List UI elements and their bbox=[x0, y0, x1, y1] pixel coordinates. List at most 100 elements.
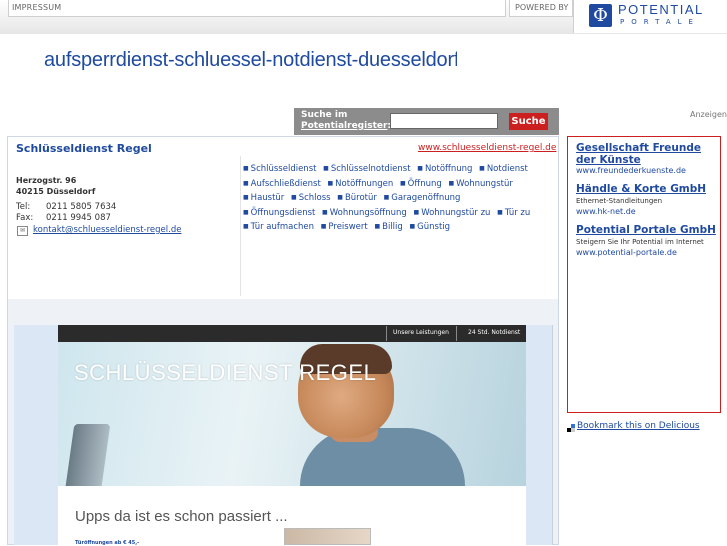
preview-nav-separator bbox=[386, 326, 387, 341]
keyword-text: Wohnungstür bbox=[456, 178, 513, 189]
phi-logo-icon: Φ bbox=[589, 4, 612, 27]
logo-text-potential: POTENTIAL bbox=[618, 2, 704, 17]
ad-title[interactable]: Gesellschaft Freunde der Künste bbox=[576, 142, 716, 166]
keyword-item: ■ Tür zu bbox=[497, 208, 532, 218]
impressum-link[interactable]: IMPRESSUM bbox=[12, 3, 61, 12]
search-input[interactable] bbox=[390, 113, 498, 129]
ad-description: Steigern Sie Ihr Potential im Internet bbox=[576, 238, 704, 246]
bullet-icon: ■ bbox=[320, 223, 327, 230]
keyword-item: ■ Schlüsseldienst bbox=[243, 164, 318, 174]
ad-description: Ethernet-Standleitungen bbox=[576, 197, 663, 205]
ads-box bbox=[567, 136, 721, 413]
keyword-item: ■ Günstig bbox=[410, 222, 453, 232]
bullet-icon: ■ bbox=[409, 223, 416, 230]
bullet-icon: ■ bbox=[243, 194, 249, 201]
search-label: Suche im Potentialregister: bbox=[301, 110, 391, 132]
keyword-text: Aufschließdienst bbox=[250, 178, 321, 189]
preview-heading: Upps da ist es schon passiert ... bbox=[75, 508, 288, 525]
company-website-link[interactable]: www.schluesseldienst-regel.de bbox=[418, 143, 556, 153]
email-link[interactable]: kontakt@schluesseldienst-regel.de bbox=[33, 225, 181, 235]
email-icon: ✉ bbox=[17, 226, 28, 236]
logo-text-portale: PORTALE bbox=[620, 18, 700, 26]
impressum-tab bbox=[8, 0, 506, 17]
delicious-icon-tile bbox=[571, 428, 575, 432]
bullet-icon: ■ bbox=[243, 179, 249, 187]
preview-right-margin bbox=[526, 325, 552, 545]
keyword-text: Notöffnung bbox=[424, 164, 473, 174]
fax-value: 0211 9945 087 bbox=[46, 213, 111, 223]
keyword-item: ■ Tür aufmachen bbox=[243, 222, 316, 232]
bullet-icon: ■ bbox=[448, 179, 455, 187]
preview-thumbnail-image bbox=[284, 528, 371, 545]
bullet-icon: ■ bbox=[374, 223, 381, 230]
keyword-item: ■ Preiswert bbox=[321, 222, 370, 232]
ad-title[interactable]: Potential Portale GmbH bbox=[576, 224, 716, 236]
search-button[interactable]: Suche bbox=[509, 113, 548, 130]
bullet-icon: ■ bbox=[323, 165, 329, 172]
divider bbox=[240, 156, 241, 296]
keyword-text: Garagenöffnung bbox=[391, 193, 461, 203]
company-name: Schlüsseldienst Regel bbox=[16, 142, 152, 155]
tel-value: 0211 5805 7634 bbox=[46, 202, 117, 212]
keyword-text: Öffnung bbox=[407, 178, 442, 189]
preview-small-text: Türöffnungen ab € 45,- bbox=[75, 540, 140, 546]
keyword-text: Notdienst bbox=[486, 164, 528, 174]
keyword-list: ■ Schlüsseldienst ■ Schlüsselnotdienst ■ No… bbox=[243, 162, 543, 235]
keyword-item: ■ Notöffnung bbox=[417, 164, 474, 174]
bullet-icon: ■ bbox=[243, 208, 249, 216]
keyword-text: Wohnungsöffnung bbox=[329, 207, 407, 218]
bullet-icon: ■ bbox=[243, 223, 249, 230]
keyword-text: Notöffnungen bbox=[335, 178, 394, 189]
keyword-item: ■ Bürotür bbox=[337, 193, 379, 203]
keyword-item: ■ Öffnung bbox=[400, 179, 444, 189]
keyword-item: ■ Aufschließdienst bbox=[243, 179, 323, 189]
preview-nav-item-leistungen: Unsere Leistungen bbox=[393, 329, 449, 336]
fax-label: Fax: bbox=[16, 213, 34, 223]
keyword-text: Billig bbox=[382, 222, 403, 232]
preview-nav-separator bbox=[456, 326, 457, 341]
keyword-text: Tür aufmachen bbox=[250, 222, 315, 232]
keyword-item: ■ Notöffnungen bbox=[328, 179, 396, 189]
keyword-item: ■ Haustür bbox=[243, 193, 286, 203]
ad-url[interactable]: www.hk-net.de bbox=[576, 207, 636, 216]
preview-hero-title: SCHLÜSSELDIENST REGEL bbox=[74, 360, 377, 385]
keyword-text: Schlüsselnotdienst bbox=[330, 164, 411, 174]
keyword-text: Bürotür bbox=[344, 193, 377, 203]
search-label-line1: Suche im bbox=[301, 110, 348, 120]
keyword-text: Wohnungstür zu bbox=[421, 207, 491, 218]
keyword-text: Günstig bbox=[417, 222, 451, 232]
keyword-text: Schloss bbox=[298, 193, 331, 203]
preview-nav-item-notdienst: 24 Std. Notdienst bbox=[468, 329, 521, 336]
address-street: Herzogstr. 96 bbox=[16, 176, 77, 185]
keyword-item: ■ Billig bbox=[374, 222, 404, 232]
bullet-icon: ■ bbox=[383, 194, 390, 201]
keyword-item: ■ Wohnungstür zu bbox=[414, 208, 493, 218]
bullet-icon: ■ bbox=[337, 194, 343, 201]
ads-label: Anzeigen bbox=[690, 110, 727, 119]
bullet-icon: ■ bbox=[497, 208, 503, 216]
keyword-item: ■ Wohnungstür bbox=[448, 179, 514, 189]
address-city: 40215 Düsseldorf bbox=[16, 187, 96, 196]
bullet-icon: ■ bbox=[479, 165, 485, 172]
tel-label: Tel: bbox=[16, 202, 31, 212]
bullet-icon: ■ bbox=[243, 165, 249, 172]
bullet-icon: ■ bbox=[327, 179, 334, 187]
keyword-item: ■ Garagenöffnung bbox=[384, 193, 463, 203]
keyword-text: Preiswert bbox=[328, 222, 368, 232]
ad-url[interactable]: www.freundederkuenste.de bbox=[576, 166, 686, 175]
preview-left-margin bbox=[14, 325, 58, 545]
delicious-bookmark-link[interactable]: Bookmark this on Delicious bbox=[577, 421, 700, 431]
keyword-text: Tür zu bbox=[504, 207, 531, 218]
keyword-item: ■ Öffnungsdienst bbox=[243, 208, 317, 218]
bullet-icon: ■ bbox=[413, 208, 420, 216]
keyword-text: Haustür bbox=[250, 193, 285, 203]
bullet-icon: ■ bbox=[400, 179, 406, 187]
bullet-icon: ■ bbox=[322, 208, 328, 216]
ad-url[interactable]: www.potential-portale.de bbox=[576, 248, 677, 257]
delicious-icon[interactable] bbox=[567, 424, 575, 432]
ad-title[interactable]: Händle & Korte GmbH bbox=[576, 183, 716, 195]
page-title: aufsperrdienst-schluessel-notdienst-dues… bbox=[44, 49, 457, 71]
keyword-item: ■ Schloss bbox=[291, 193, 333, 203]
bullet-icon: ■ bbox=[291, 194, 297, 201]
potentialregister-link[interactable]: Potentialregister bbox=[301, 121, 387, 131]
